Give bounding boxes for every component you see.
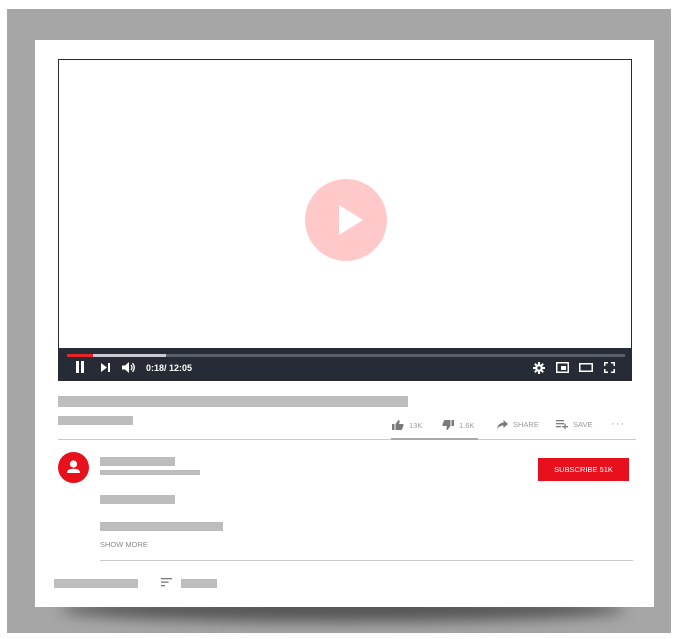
pause-icon[interactable] xyxy=(75,361,85,373)
channel-name-placeholder xyxy=(100,457,175,466)
comment-count-placeholder xyxy=(54,579,138,588)
more-actions-button[interactable]: ··· xyxy=(611,418,625,430)
time-display: 0:18/ 12:05 xyxy=(146,363,193,373)
gear-icon[interactable] xyxy=(533,362,545,374)
save-button[interactable]: SAVE xyxy=(556,420,592,429)
big-play-button[interactable] xyxy=(305,179,387,261)
sort-icon[interactable] xyxy=(161,578,172,587)
skip-next-icon[interactable] xyxy=(101,363,110,372)
play-icon xyxy=(339,205,363,235)
sort-label-placeholder[interactable] xyxy=(181,579,217,588)
thumbs-down-icon xyxy=(442,420,454,430)
playlist-add-icon xyxy=(556,420,568,429)
dislike-count: 1.6K xyxy=(459,420,475,430)
share-button[interactable]: SHARE xyxy=(497,420,539,429)
divider-top xyxy=(58,439,636,440)
progress-bar[interactable] xyxy=(67,354,625,357)
video-player[interactable]: 0:18/ 12:05 xyxy=(58,59,632,381)
divider-bottom xyxy=(100,560,633,561)
dislike-button[interactable]: 1.6K xyxy=(442,420,474,430)
channel-avatar[interactable] xyxy=(58,452,89,483)
like-count: 13K xyxy=(409,420,423,430)
view-count-placeholder xyxy=(58,416,133,425)
thumbs-up-icon xyxy=(392,420,404,430)
subscriber-count-placeholder xyxy=(100,470,200,475)
subscribe-button[interactable]: SUBSCRIBE 51K xyxy=(538,458,629,481)
save-label: SAVE xyxy=(573,420,593,429)
share-label: SHARE xyxy=(513,420,539,429)
description-line-placeholder xyxy=(100,522,223,531)
like-ratio-bar xyxy=(391,438,478,440)
progress-played xyxy=(67,354,94,357)
video-title-placeholder xyxy=(58,396,408,407)
player-controls-bar: 0:18/ 12:05 xyxy=(59,348,631,380)
miniplayer-icon[interactable] xyxy=(556,362,569,373)
video-page-card: 0:18/ 12:05 13K 1.6K SHARE SAVE ··· SUBS… xyxy=(35,40,654,607)
description-line-placeholder xyxy=(100,495,175,504)
fullscreen-icon[interactable] xyxy=(604,362,615,373)
volume-icon[interactable] xyxy=(122,362,136,373)
theater-mode-icon[interactable] xyxy=(579,363,593,372)
user-icon xyxy=(67,460,80,473)
show-more-link[interactable]: SHOW MORE xyxy=(100,540,148,549)
like-button[interactable]: 13K xyxy=(392,420,422,430)
share-arrow-icon xyxy=(497,420,508,429)
